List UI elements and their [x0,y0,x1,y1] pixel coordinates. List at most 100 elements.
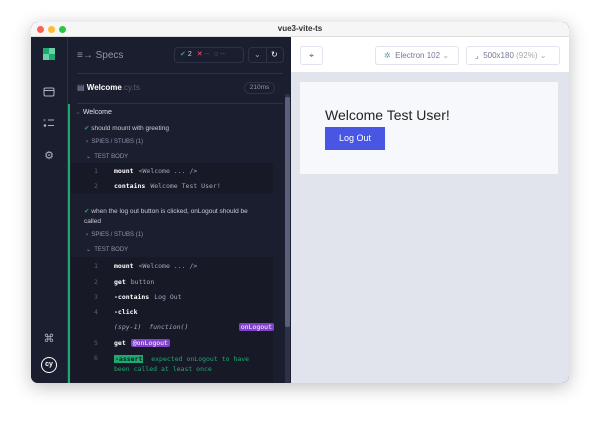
app-frame: Welcome Test User! Log Out [300,82,558,174]
check-icon: ✔ [84,125,90,132]
test-title[interactable]: ✔ when the log out button is clicked, on… [84,207,254,227]
command-row[interactable]: mount <Welcome ... /> [114,262,197,270]
spies-stubs-toggle[interactable]: › SPIES / STUBS (1) [86,139,143,145]
chevron-down-icon: ⌄ [75,109,81,116]
command-row[interactable]: -click [114,308,142,316]
spec-name: Welcome [86,83,122,92]
specs-toggle[interactable]: ≡→ Specs [77,50,123,61]
command-row[interactable]: contains Welcome Test User! [114,182,221,190]
test-body-label: TEST BODY [94,154,129,160]
command-message: <Welcome ... /> [138,262,198,270]
spy-row[interactable]: (spy-1) function() onLogout [114,323,274,331]
specs-label: Specs [95,50,124,61]
line-number: 5 [94,339,98,347]
title-bar: vue3-vite-ts [31,22,569,37]
command-name: -click [114,308,138,316]
suite-name: Welcome [82,109,112,116]
line-number: 2 [94,278,98,286]
spies-label: SPIES / STUBS (1) [91,139,144,145]
command-name: -assert [114,355,144,363]
spies-stubs-toggle[interactable]: › SPIES / STUBS (1) [86,232,143,238]
app-preview: ⌖ ✲ Electron 102 ⌄ ⌟ 500x180 (92%) ⌄ Wel… [291,37,569,383]
viewport-size: 500x180 [483,51,514,60]
assert-row[interactable]: -assert expected onLogout to have been c… [114,354,264,374]
line-number: 1 [94,167,98,175]
spec-ext: .cy.ts [121,83,140,92]
svg-text:×: × [43,118,46,124]
run-controls: ⌄ ↻ [248,47,284,63]
suite-title[interactable]: ⌄ Welcome [75,108,112,116]
alias-badge: onLogout [238,323,274,331]
command-name: get [114,278,126,286]
viewport-zoom: (92%) [516,51,538,60]
window-title: vue3-vite-ts [277,24,323,33]
command-row[interactable]: -contains Log Out [114,293,182,301]
spy-name: (spy-1) [114,323,142,331]
command-message: button [130,278,155,286]
command-name: contains [114,182,146,190]
line-number: 4 [94,308,98,316]
app-window: vue3-vite-ts × ⚙ ⌘ cy ≡→ Specs ✔ 2 ✕ -- … [31,22,569,383]
viewport-icon: ⌟ [475,51,479,60]
side-nav: × ⚙ ⌘ cy [31,37,68,383]
command-message: <Welcome ... /> [138,167,198,175]
browser-select[interactable]: ✲ Electron 102 ⌄ [375,46,459,65]
welcome-heading: Welcome Test User! [325,107,450,123]
chevron-down-icon: ⌄ [442,51,450,60]
command-log: 1 mount <Welcome ... /> 2 get button 3 -co… [71,257,274,382]
line-number: 3 [94,293,98,301]
passed-indicator-bar [68,104,70,383]
test-body-toggle[interactable]: ⌄ TEST BODY [86,153,128,160]
command-name: get [114,339,126,347]
electron-icon: ✲ [384,51,391,60]
browser-name: Electron 102 [395,51,441,60]
passed-count: 2 [187,51,192,58]
chevron-down-icon[interactable]: ⌄ [254,48,261,62]
alias-badge: @onLogout [130,339,170,347]
line-number: 1 [94,262,98,270]
crosshair-icon: ⌖ [309,51,314,60]
log-out-button[interactable]: Log Out [325,127,385,150]
keyboard-shortcuts-icon[interactable]: ⌘ [42,332,56,346]
spec-duration: 210ms [244,82,275,94]
scrollbar[interactable] [285,94,290,383]
check-icon: ✔ [84,208,90,215]
specs-icon[interactable] [42,86,56,100]
specs-list-icon: ≡→ [77,50,93,61]
reporter-panel: ≡→ Specs ✔ 2 ✕ -- ◌ -- ⌄ ↻ ▤ Welcome.cy.… [68,37,291,383]
spies-label: SPIES / STUBS (1) [91,232,144,238]
command-row[interactable]: get button [114,278,154,286]
command-message: Welcome Test User! [150,182,221,190]
spy-function: function() [149,323,189,331]
runs-icon[interactable]: × [42,117,56,131]
line-number: 6 [94,354,98,362]
file-icon: ▤ [77,83,85,92]
chevron-down-icon: ⌄ [539,51,547,60]
cypress-logo-icon[interactable] [42,48,56,62]
line-number: 2 [94,182,98,190]
command-log: 1 mount <Welcome ... /> 2 contains Welcome… [71,163,273,194]
selector-playground-button[interactable]: ⌖ [300,46,323,65]
command-name: -contains [114,293,150,301]
command-row[interactable]: get @onLogout [114,339,170,347]
test-title-text: should mount with greeting [91,125,169,132]
test-title[interactable]: ✔ should mount with greeting [84,124,169,132]
command-message: Log Out [154,293,182,301]
command-name: mount [114,167,134,175]
test-body-toggle[interactable]: ⌄ TEST BODY [86,246,128,253]
pending-count: -- [220,51,225,58]
failed-icon: ✕ [196,51,203,58]
spec-title: ▤ Welcome.cy.ts [77,83,140,92]
settings-icon[interactable]: ⚙ [42,149,56,163]
test-stats: ✔ 2 ✕ -- ◌ -- [174,47,244,63]
rerun-icon[interactable]: ↻ [271,48,278,62]
test-body-label: TEST BODY [94,247,129,253]
passed-icon: ✔ [180,51,186,58]
preview-toolbar: ⌖ ✲ Electron 102 ⌄ ⌟ 500x180 (92%) ⌄ [291,37,569,73]
test-title-text: when the log out button is clicked, onLo… [84,208,248,225]
viewport-select[interactable]: ⌟ 500x180 (92%) ⌄ [466,46,560,65]
cy-logo-icon: cy [41,357,57,373]
pending-icon: ◌ [214,51,219,58]
failed-count: -- [204,51,210,58]
command-row[interactable]: mount <Welcome ... /> [114,167,197,175]
